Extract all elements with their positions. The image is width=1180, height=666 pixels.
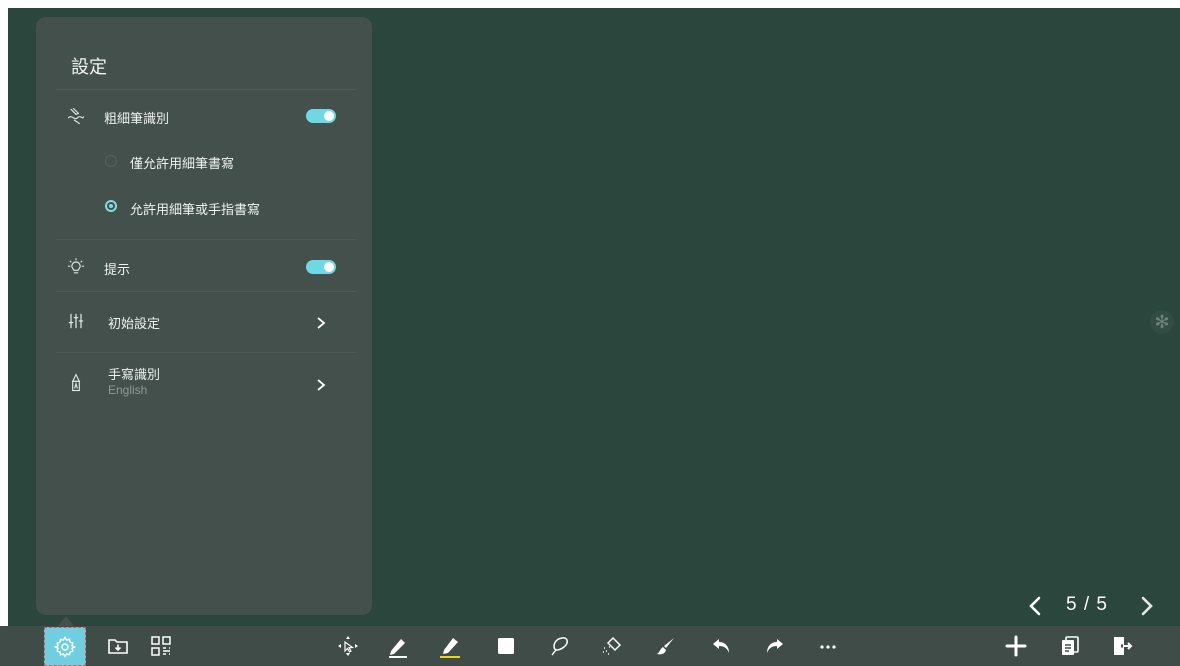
lightbulb-icon <box>66 257 86 277</box>
shape-icon[interactable] <box>494 634 518 658</box>
settings-button[interactable] <box>44 627 86 666</box>
handwriting-icon <box>66 373 86 393</box>
radio-label: 允許用細筆或手指書寫 <box>130 202 261 217</box>
bottom-toolbar <box>0 626 1180 666</box>
sliders-icon <box>66 311 86 331</box>
pen-detect-icon <box>66 106 86 126</box>
toggle-knob <box>324 262 334 272</box>
settings-title: 設定 <box>71 57 107 77</box>
brush-clear-icon[interactable] <box>654 634 678 658</box>
redo-icon[interactable] <box>762 634 786 658</box>
hints-label: 提示 <box>104 262 131 277</box>
pen-icon[interactable] <box>386 634 410 658</box>
eraser-icon[interactable] <box>600 634 624 658</box>
settings-panel: 設定 粗細筆識別 僅允許用細筆書寫 允許用細筆或手指書寫 提示 初始設定 手寫識… <box>36 17 372 615</box>
exit-icon[interactable] <box>1110 634 1134 658</box>
add-page-icon[interactable] <box>1004 634 1028 658</box>
panel-pointer <box>58 616 74 626</box>
lasso-icon[interactable] <box>548 634 572 658</box>
radio-label: 僅允許用細筆書寫 <box>130 156 235 171</box>
page-indicator: 5 / 5 <box>1066 594 1108 615</box>
qr-code-icon[interactable] <box>149 634 173 658</box>
gear-icon <box>53 636 77 658</box>
more-icon[interactable] <box>816 634 840 658</box>
divider <box>56 239 356 240</box>
handwriting-language: English <box>108 383 148 397</box>
highlighter-icon[interactable] <box>438 634 462 658</box>
handwriting-label: 手寫識別 <box>108 367 161 382</box>
pages-icon[interactable] <box>1058 634 1082 658</box>
hints-toggle[interactable] <box>306 260 336 274</box>
radio-button[interactable] <box>105 155 117 167</box>
folder-download-icon[interactable] <box>106 634 130 658</box>
divider <box>56 352 356 353</box>
initial-settings-label: 初始設定 <box>108 316 161 331</box>
move-select-icon[interactable] <box>336 634 360 658</box>
divider <box>56 89 356 90</box>
radio-button-selected[interactable] <box>105 200 117 212</box>
prev-page-button[interactable] <box>1026 595 1044 617</box>
chevron-right-icon <box>314 378 328 392</box>
pen-detection-toggle[interactable] <box>306 109 336 123</box>
chevron-right-icon <box>314 316 328 330</box>
side-menu-handle[interactable]: ✻ <box>1150 310 1174 334</box>
undo-icon[interactable] <box>710 634 734 658</box>
divider <box>56 291 356 292</box>
toggle-knob <box>324 111 334 121</box>
next-page-button[interactable] <box>1138 595 1156 617</box>
pen-detection-label: 粗細筆識別 <box>104 111 170 126</box>
